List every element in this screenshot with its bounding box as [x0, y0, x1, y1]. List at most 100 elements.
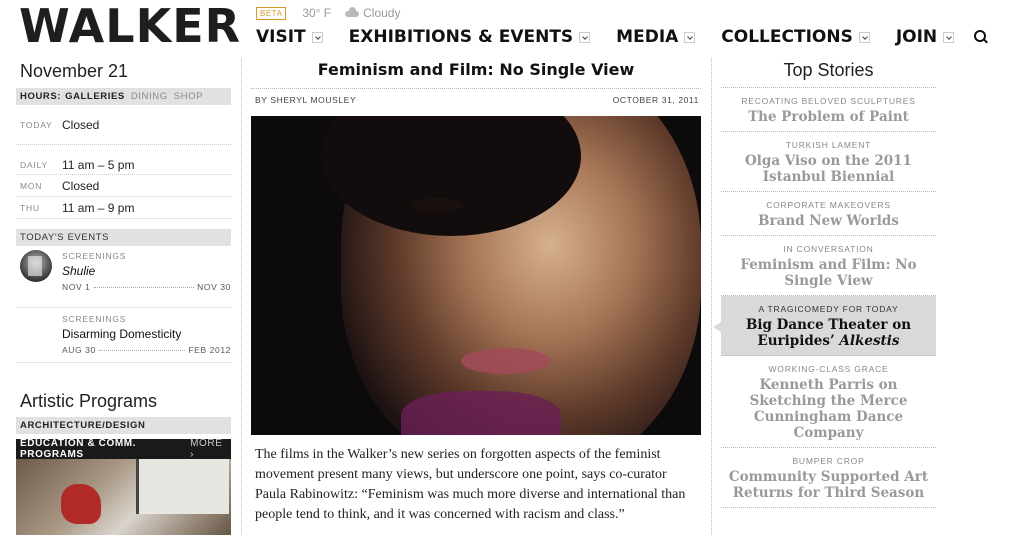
main-article: Feminism and Film: No Single View BY SHE…: [251, 58, 701, 522]
event-start: AUG 30: [62, 345, 96, 355]
education-program-image[interactable]: [16, 459, 231, 535]
hours-row: MON Closed: [16, 175, 231, 197]
article-date: OCTOBER 31, 2011: [612, 95, 699, 105]
event-item[interactable]: SCREENINGS Disarming Domesticity AUG 30 …: [16, 308, 231, 363]
story-headline[interactable]: Kenneth Parris on Sketching the Merce Cu…: [725, 377, 932, 441]
story-kicker: WORKING-CLASS GRACE: [768, 364, 889, 374]
cloud-icon: [345, 7, 360, 17]
weather-bar: BETA 30° F Cloudy: [256, 6, 400, 20]
chevron-down-icon[interactable]: [858, 31, 870, 43]
hours-time: 11 am – 5 pm: [62, 157, 135, 172]
event-category: SCREENINGS: [62, 251, 127, 261]
article-byline: BY SHERYL MOUSLEY OCTOBER 31, 2011: [251, 88, 701, 116]
hours-day: TODAY: [20, 119, 53, 130]
hours-time: 11 am – 9 pm: [62, 200, 135, 215]
story-kicker: RECOATING BELOVED SCULPTURES: [741, 96, 916, 106]
hours-row: TODAY Closed: [16, 105, 231, 145]
event-end: NOV 30: [197, 282, 231, 292]
event-item[interactable]: SCREENINGS Shulie NOV 1 NOV 30: [16, 246, 231, 308]
nav-visit[interactable]: VISIT: [256, 27, 323, 47]
tab-galleries[interactable]: GALLERIES: [65, 91, 125, 102]
walker-logo[interactable]: WALKER: [19, 2, 241, 50]
program-category[interactable]: ARCHITECTURE/DESIGN: [20, 420, 145, 431]
story-item[interactable]: CORPORATE MAKEOVERS Brand New Worlds: [721, 192, 936, 236]
event-thumbnail[interactable]: [20, 250, 52, 282]
hours-day: MON: [20, 180, 43, 191]
temperature: 30° F: [302, 6, 332, 20]
nav-media-label: MEDIA: [616, 27, 679, 47]
hours-time: Closed: [62, 117, 100, 132]
story-headline-italic: Alkestis: [839, 333, 900, 349]
story-kicker: A TRAGICOMEDY FOR TODAY: [758, 304, 899, 314]
nav-collections[interactable]: COLLECTIONS: [721, 27, 870, 47]
nav-visit-label: VISIT: [256, 27, 306, 47]
story-headline[interactable]: Brand New Worlds: [725, 213, 932, 229]
story-headline[interactable]: Big Dance Theater on Euripides’ Alkestis: [725, 317, 932, 349]
article-body: The films in the Walker’s new series on …: [255, 447, 686, 522]
column-divider: [241, 58, 242, 535]
story-item[interactable]: RECOATING BELOVED SCULPTURES The Problem…: [721, 88, 936, 132]
more-link[interactable]: MORE ›: [190, 438, 227, 460]
article-hero-image[interactable]: [251, 116, 701, 435]
story-item[interactable]: BUMPER CROP Community Supported Art Retu…: [721, 448, 936, 508]
lips: [461, 348, 551, 374]
tab-shop[interactable]: SHOP: [174, 91, 203, 102]
chevron-down-icon[interactable]: [579, 31, 591, 43]
hours-row: THU 11 am – 9 pm: [16, 197, 231, 219]
event-category: SCREENINGS: [62, 314, 127, 324]
chevron-down-icon[interactable]: [311, 31, 323, 43]
tab-dining[interactable]: DINING: [131, 91, 168, 102]
nav-collections-label: COLLECTIONS: [721, 27, 853, 47]
hours-tabs: HOURS: GALLERIES DINING SHOP: [16, 88, 231, 105]
hours-day: DAILY: [20, 159, 48, 170]
story-headline[interactable]: The Problem of Paint: [725, 109, 932, 125]
event-start: NOV 1: [62, 282, 91, 292]
story-item[interactable]: TURKISH LAMENT Olga Viso on the 2011 Ist…: [721, 132, 936, 192]
program-category-bar[interactable]: ARCHITECTURE/DESIGN: [16, 417, 231, 434]
article-author: BY SHERYL MOUSLEY: [255, 95, 357, 105]
story-item[interactable]: IN CONVERSATION Feminism and Film: No Si…: [721, 236, 936, 296]
story-kicker: IN CONVERSATION: [783, 244, 874, 254]
top-stories-title: Top Stories: [721, 58, 936, 88]
education-programs-bar[interactable]: EDUCATION & COMM. PROGRAMS MORE ›: [16, 438, 231, 460]
story-headline[interactable]: Feminism and Film: No Single View: [725, 257, 932, 289]
event-end: FEB 2012: [188, 345, 231, 355]
nav-join[interactable]: JOIN: [895, 27, 955, 47]
story-headline[interactable]: Community Supported Art Returns for Thir…: [725, 469, 932, 501]
story-kicker: CORPORATE MAKEOVERS: [766, 200, 891, 210]
event-dates: AUG 30 FEB 2012: [62, 345, 231, 355]
event-title[interactable]: Shulie: [62, 264, 231, 278]
event-dates: NOV 1 NOV 30: [62, 282, 231, 292]
date-dots: [93, 286, 195, 288]
current-date: November 21: [20, 61, 129, 81]
chevron-down-icon[interactable]: [684, 31, 696, 43]
nav-exhibitions-label: EXHIBITIONS & EVENTS: [348, 27, 574, 47]
hours-row: DAILY 11 am – 5 pm: [16, 145, 231, 175]
hours-time: Closed: [62, 178, 100, 193]
nav-media[interactable]: MEDIA: [616, 27, 696, 47]
collar: [401, 391, 561, 435]
search-icon[interactable]: [974, 30, 988, 44]
top-stories: Top Stories RECOATING BELOVED SCULPTURES…: [713, 58, 936, 508]
nav-join-label: JOIN: [895, 27, 938, 47]
weather-condition: Cloudy: [363, 6, 401, 20]
chevron-down-icon[interactable]: [943, 31, 955, 43]
story-item[interactable]: WORKING-CLASS GRACE Kenneth Parris on Sk…: [721, 356, 936, 448]
sidebar-left: November 21 HOURS: GALLERIES DINING SHOP…: [16, 58, 231, 535]
artistic-programs-title: Artistic Programs: [20, 391, 158, 411]
nav-exhibitions-events[interactable]: EXHIBITIONS & EVENTS: [349, 27, 591, 47]
event-title[interactable]: Disarming Domesticity: [62, 327, 231, 341]
hours-day: THU: [20, 202, 40, 213]
story-item-active[interactable]: A TRAGICOMEDY FOR TODAY Big Dance Theate…: [713, 296, 936, 356]
todays-events-header: TODAY'S EVENTS: [16, 229, 231, 246]
hours-label: HOURS:: [20, 91, 62, 102]
beta-badge: BETA: [256, 6, 287, 20]
date-dots: [98, 349, 186, 351]
article-title[interactable]: Feminism and Film: No Single View: [251, 58, 701, 88]
education-programs-label[interactable]: EDUCATION & COMM. PROGRAMS: [20, 438, 190, 460]
main-nav: VISIT EXHIBITIONS & EVENTS MEDIA COLLECT…: [256, 26, 988, 48]
story-headline[interactable]: Olga Viso on the 2011 Istanbul Biennial: [725, 153, 932, 185]
eye-shadow: [411, 198, 463, 212]
column-divider: [711, 58, 712, 535]
story-kicker: BUMPER CROP: [792, 456, 865, 466]
